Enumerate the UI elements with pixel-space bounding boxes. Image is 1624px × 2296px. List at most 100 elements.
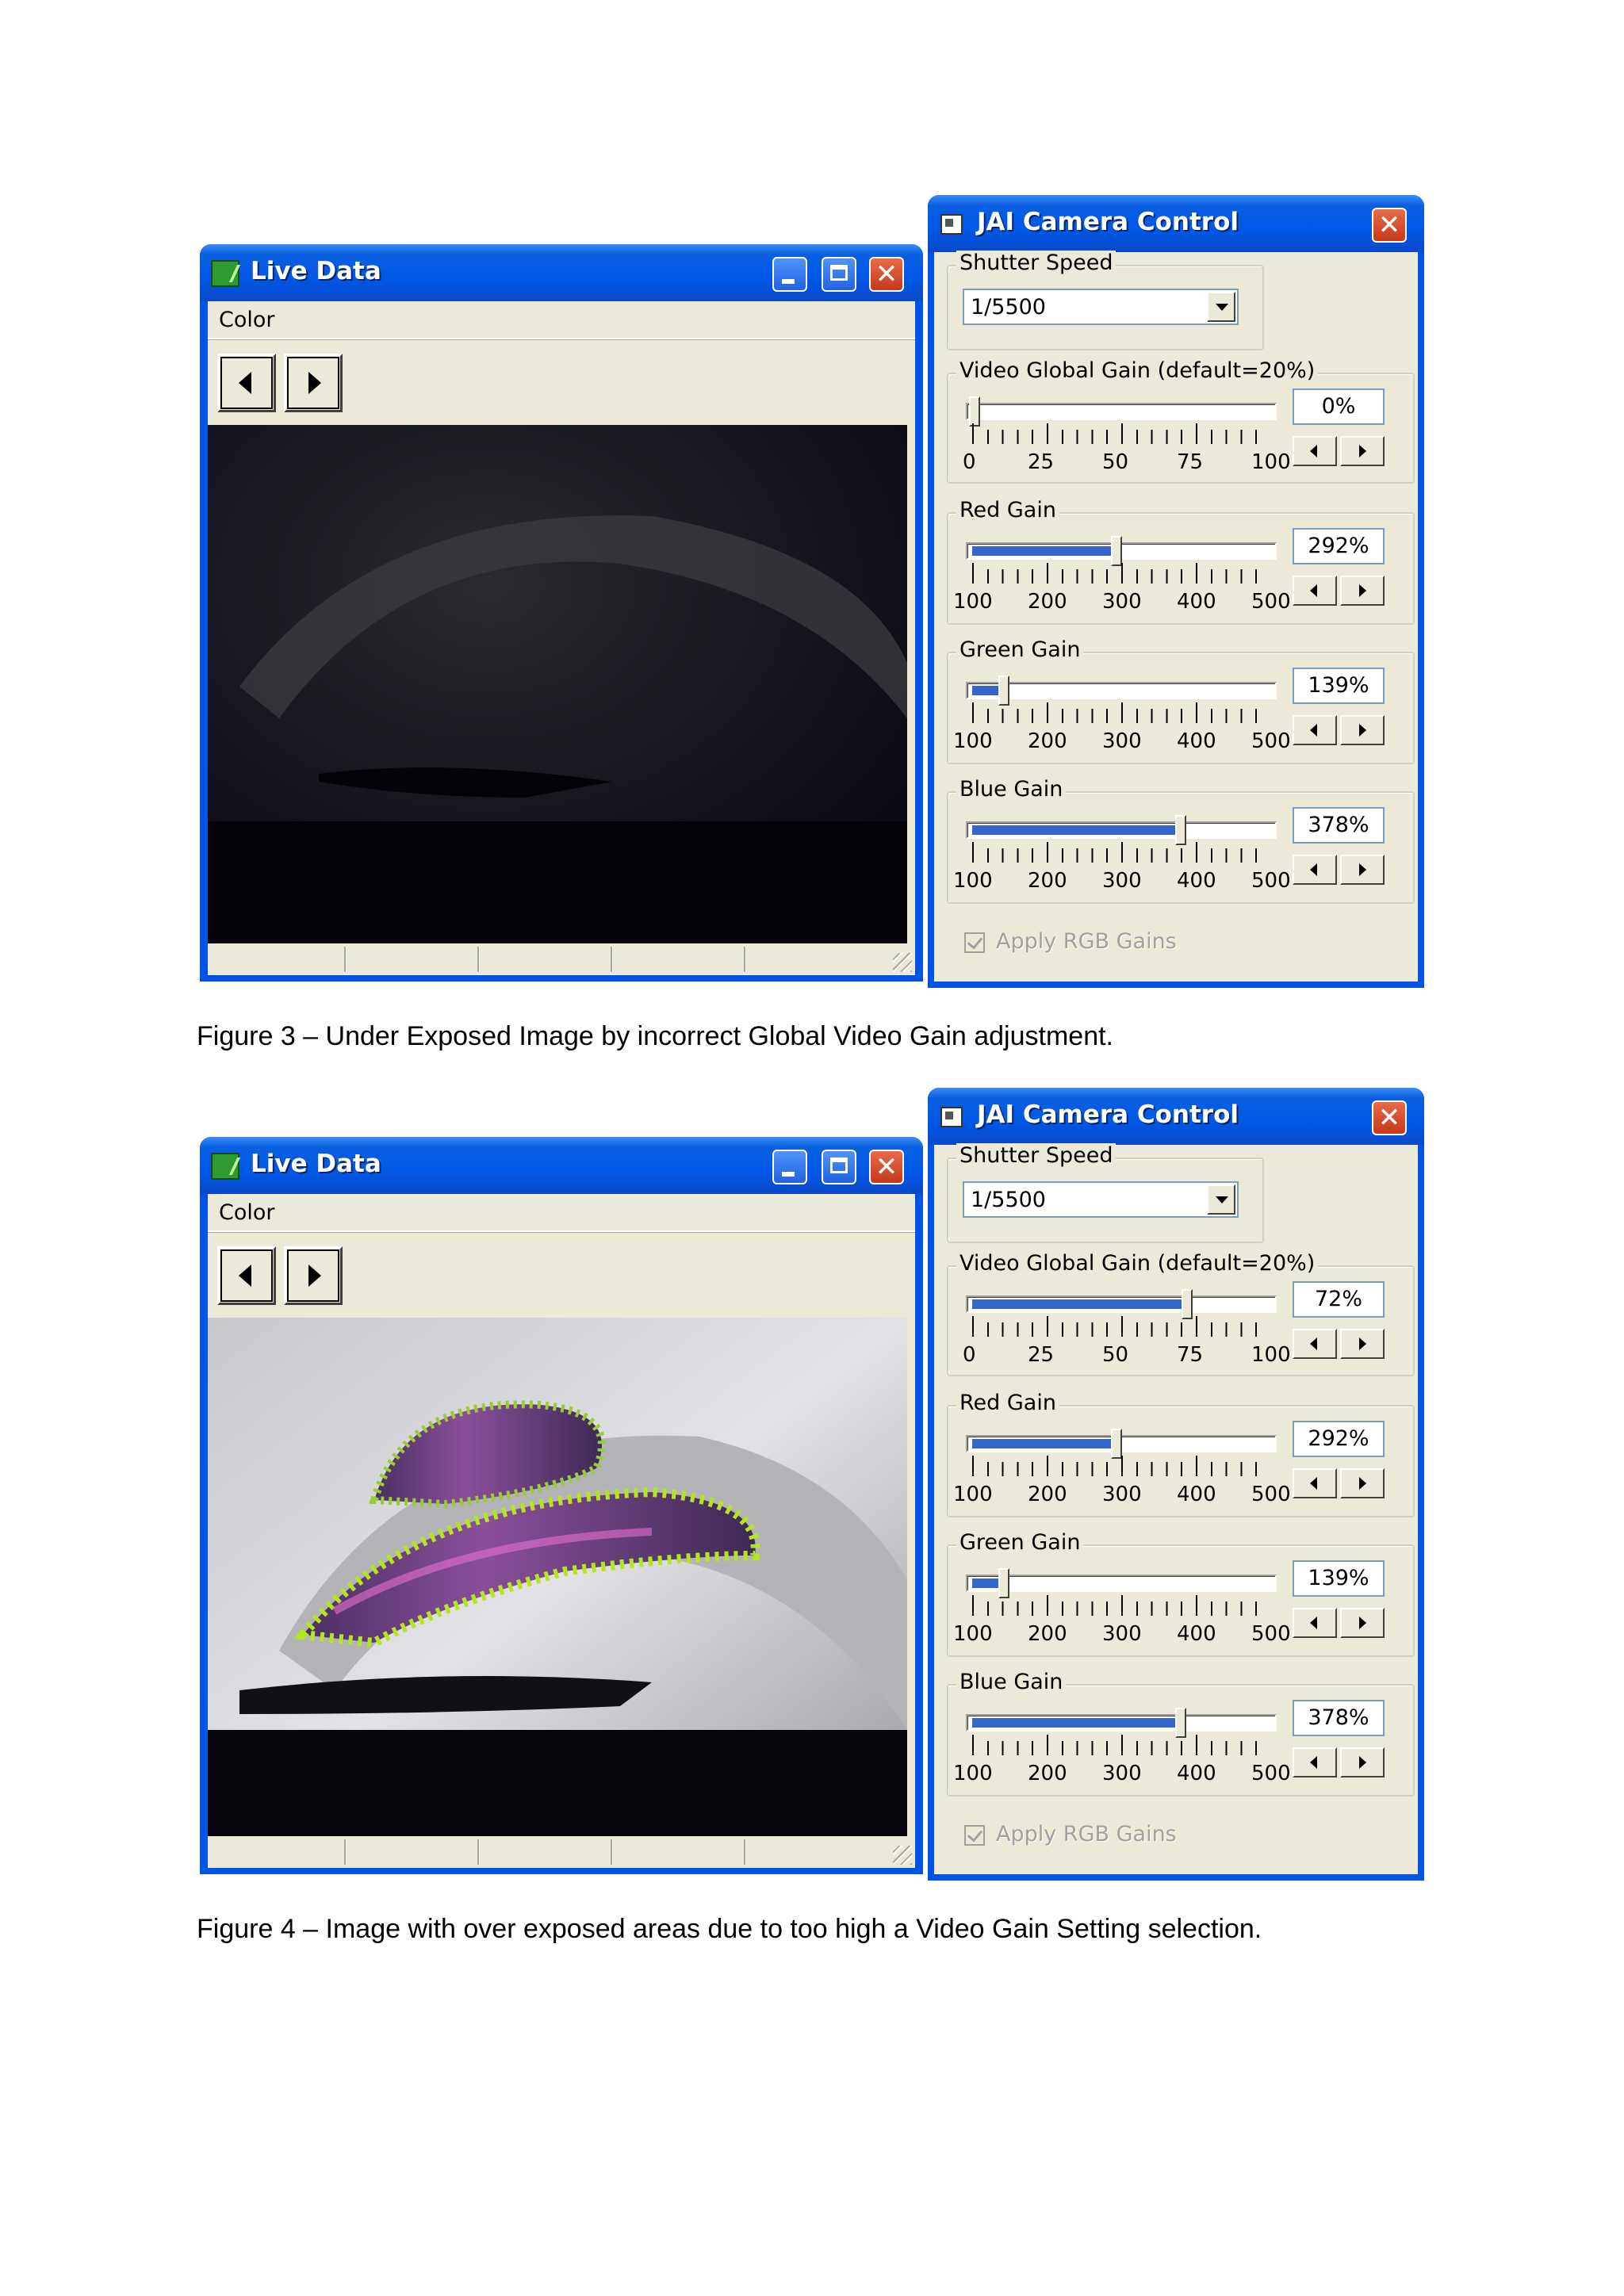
gain-scale-label: 400 <box>1177 590 1216 614</box>
increase-arrow-icon[interactable] <box>1340 1608 1385 1638</box>
camera-app-icon <box>940 1107 963 1127</box>
resize-grip-icon[interactable] <box>893 1846 912 1865</box>
next-frame-button[interactable] <box>284 354 343 412</box>
gain-scale-label: 200 <box>1028 1483 1067 1506</box>
decrease-arrow-icon[interactable] <box>1293 715 1337 745</box>
maximize-button[interactable] <box>822 1150 856 1184</box>
gain-slider-track[interactable] <box>966 1295 1277 1313</box>
gain-scale-label: 200 <box>1028 729 1067 753</box>
gain-slider-thumb[interactable] <box>1111 536 1122 566</box>
minimize-button[interactable] <box>772 1150 807 1184</box>
dropdown-arrow-icon[interactable] <box>1207 292 1235 322</box>
close-button[interactable]: ✕ <box>869 1150 904 1184</box>
gain-scale-label: 300 <box>1102 590 1142 614</box>
gain-group-label: Green Gain <box>956 1530 1084 1555</box>
decrease-arrow-icon[interactable] <box>1293 576 1337 606</box>
gain-slider-fill <box>972 825 1178 835</box>
dropdown-arrow-icon[interactable] <box>1207 1184 1235 1215</box>
prev-frame-button[interactable] <box>217 1246 276 1305</box>
prev-frame-button[interactable] <box>217 354 276 412</box>
gain-slider-fill <box>972 1578 1002 1588</box>
gain-group-label: Blue Gain <box>956 777 1067 802</box>
jai-camera-control-window: JAI Camera Control ✕ Shutter Speed 1/550… <box>928 1088 1424 1881</box>
gain-scale-label: 200 <box>1028 1622 1067 1646</box>
gain-scale-label: 25 <box>1028 1343 1055 1367</box>
gain-scale-label: 100 <box>953 1762 993 1785</box>
gain-group-label: Red Gain <box>956 1391 1059 1415</box>
minimize-icon <box>782 1172 795 1177</box>
gain-slider-track[interactable] <box>966 821 1277 839</box>
gain-value-field[interactable]: 139% <box>1293 1560 1385 1597</box>
increase-arrow-icon[interactable] <box>1340 1747 1385 1777</box>
gain-scale-label: 200 <box>1028 1762 1067 1785</box>
gain-slider-thumb[interactable] <box>998 675 1009 706</box>
close-icon: ✕ <box>1377 1102 1401 1134</box>
menu-color[interactable]: Color <box>219 308 275 332</box>
increase-arrow-icon[interactable] <box>1340 715 1385 745</box>
gain-scale-label: 50 <box>1102 1343 1129 1367</box>
increase-arrow-icon[interactable] <box>1340 1329 1385 1359</box>
decrease-arrow-icon[interactable] <box>1293 1608 1337 1638</box>
gain-value-field[interactable]: 292% <box>1293 528 1385 564</box>
gain-slider-fill <box>972 1299 1185 1309</box>
gain-scale-label: 75 <box>1177 450 1204 474</box>
increase-arrow-icon[interactable] <box>1340 436 1385 466</box>
minimize-button[interactable] <box>772 257 807 292</box>
gain-group-label: Video Global Gain (default=20%) <box>956 358 1319 383</box>
gain-slider-thumb[interactable] <box>1182 1289 1193 1319</box>
gain-slider-thumb[interactable] <box>1175 1708 1186 1738</box>
gain-value-field[interactable]: 72% <box>1293 1281 1385 1318</box>
close-button[interactable]: ✕ <box>1372 208 1407 243</box>
close-icon: ✕ <box>875 1151 898 1183</box>
live-data-window: Live Data ✕ Color <box>200 244 923 982</box>
title-bar[interactable]: JAI Camera Control ✕ <box>928 195 1424 252</box>
title-bar[interactable]: Live Data ✕ <box>200 1137 923 1194</box>
title-bar[interactable]: JAI Camera Control ✕ <box>928 1088 1424 1145</box>
gain-slider-thumb[interactable] <box>1111 1429 1122 1459</box>
gain-scale-label: 500 <box>1251 729 1291 753</box>
shutter-speed-select[interactable]: 1/5500 <box>963 289 1239 325</box>
live-data-app-icon <box>211 260 239 287</box>
gain-slider-major-ticks <box>972 702 1270 723</box>
blue-gain-group: Blue Gain 100 200 300 400 500 378% <box>947 777 1415 904</box>
decrease-arrow-icon[interactable] <box>1293 436 1337 466</box>
gain-slider-track[interactable] <box>966 1575 1277 1592</box>
increase-arrow-icon[interactable] <box>1340 576 1385 606</box>
video-frame-dark <box>208 425 907 950</box>
gain-value-field[interactable]: 378% <box>1293 1700 1385 1736</box>
next-frame-button[interactable] <box>284 1246 343 1305</box>
apply-rgb-gains-checkbox[interactable] <box>964 1825 985 1846</box>
maximize-icon <box>830 265 848 281</box>
increase-arrow-icon[interactable] <box>1340 855 1385 885</box>
live-data-window: Live Data ✕ Color <box>200 1137 923 1874</box>
gain-slider-track[interactable] <box>966 682 1277 699</box>
gain-scale-label: 500 <box>1251 590 1291 614</box>
gain-slider-thumb[interactable] <box>969 396 980 427</box>
shutter-speed-value: 1/5500 <box>971 1188 1046 1212</box>
gain-slider-major-ticks <box>972 563 1270 584</box>
gain-value-field[interactable]: 0% <box>1293 388 1385 425</box>
decrease-arrow-icon[interactable] <box>1293 1329 1337 1359</box>
gain-value-field[interactable]: 378% <box>1293 807 1385 844</box>
decrease-arrow-icon[interactable] <box>1293 1747 1337 1777</box>
status-segment <box>477 1839 479 1865</box>
gain-slider-track[interactable] <box>966 1714 1277 1732</box>
gain-slider-thumb[interactable] <box>998 1568 1009 1598</box>
gain-scale-label: 300 <box>1102 729 1142 753</box>
shutter-speed-select[interactable]: 1/5500 <box>963 1181 1239 1218</box>
close-button[interactable]: ✕ <box>869 257 904 292</box>
maximize-button[interactable] <box>822 257 856 292</box>
title-bar[interactable]: Live Data ✕ <box>200 244 923 301</box>
gain-value-field[interactable]: 139% <box>1293 668 1385 704</box>
decrease-arrow-icon[interactable] <box>1293 1468 1337 1498</box>
gain-scale-label: 300 <box>1102 1622 1142 1646</box>
decrease-arrow-icon[interactable] <box>1293 855 1337 885</box>
gain-scale-label: 400 <box>1177 1622 1216 1646</box>
gain-slider-thumb[interactable] <box>1175 815 1186 845</box>
menu-color[interactable]: Color <box>219 1200 275 1225</box>
gain-value-field[interactable]: 292% <box>1293 1421 1385 1457</box>
close-button[interactable]: ✕ <box>1372 1100 1407 1135</box>
gain-slider-track[interactable] <box>966 403 1277 420</box>
increase-arrow-icon[interactable] <box>1340 1468 1385 1498</box>
camera-control-client: Shutter Speed 1/5500 Video Global Gain (… <box>934 1143 1418 1874</box>
